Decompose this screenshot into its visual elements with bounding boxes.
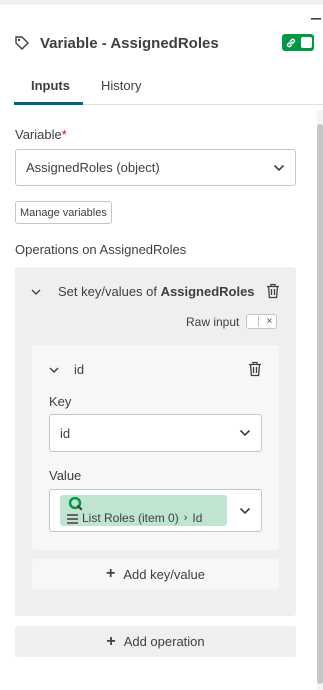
chevron-down-icon (273, 164, 285, 171)
operation-title-prefix: Set key/values of (58, 284, 157, 299)
value-label: Value (49, 468, 82, 483)
variable-select-value: AssignedRoles (object) (26, 160, 160, 175)
raw-input-toggle-row: Raw input × (186, 314, 278, 329)
toggle-knob (301, 37, 312, 48)
switch-thumb (248, 316, 260, 327)
tag-icon (14, 34, 32, 52)
variable-select[interactable]: AssignedRoles (object) (15, 149, 296, 186)
key-value-name: id (74, 362, 85, 377)
operation-title-target: AssignedRoles (160, 284, 255, 299)
manage-variables-button[interactable]: Manage variables (15, 201, 112, 224)
value-field[interactable]: List Roles (item 0) › Id (49, 489, 262, 532)
chevron-down-icon[interactable] (239, 507, 251, 515)
operation-header[interactable]: Set key/values of AssignedRoles (30, 284, 255, 299)
delete-key-value-icon[interactable] (248, 361, 262, 377)
value-token-source: List Roles (item 0) (82, 511, 179, 525)
add-operation-label: Add operation (123, 634, 205, 649)
raw-input-label: Raw input (186, 314, 240, 329)
raw-input-switch[interactable]: × (246, 314, 278, 329)
chevron-down-icon[interactable] (30, 288, 42, 296)
switch-off-icon: × (266, 316, 273, 327)
chevron-down-icon[interactable] (48, 366, 60, 374)
list-icon (67, 514, 78, 524)
value-token-path: List Roles (item 0) › Id (82, 511, 202, 525)
minimize-icon[interactable] (310, 13, 322, 27)
tab-history[interactable]: History (101, 78, 141, 93)
key-value-header[interactable]: id (48, 362, 84, 377)
tab-bar: Inputs History (14, 70, 323, 105)
plus-icon: + (105, 565, 116, 582)
link-icon (284, 36, 298, 49)
active-tab-indicator (14, 102, 83, 105)
key-label: Key (49, 394, 72, 409)
scrollbar[interactable] (317, 110, 323, 690)
qlik-logo-icon (68, 496, 83, 511)
value-token-field: Id (192, 511, 203, 525)
plus-icon: + (106, 632, 116, 650)
variable-label-text: Variable (15, 127, 62, 142)
top-bar (0, 0, 323, 5)
chevron-down-icon (239, 429, 251, 437)
chevron-right-icon: › (183, 512, 188, 524)
variable-label: Variable* (15, 127, 67, 142)
add-key-value-button[interactable]: + Add key/value (32, 559, 279, 589)
panel-title: Variable - AssignedRoles (40, 34, 219, 52)
value-token[interactable]: List Roles (item 0) › Id (60, 495, 227, 526)
tab-inputs[interactable]: Inputs (31, 78, 70, 93)
key-select[interactable]: id (49, 414, 262, 452)
panel-header: Variable - AssignedRoles (14, 30, 314, 56)
linked-toggle[interactable] (282, 34, 314, 51)
operations-label: Operations on AssignedRoles (15, 242, 187, 257)
add-operation-button[interactable]: + Add operation (15, 626, 296, 657)
add-key-value-label: Add key/value (123, 566, 205, 582)
required-mark: * (61, 127, 67, 142)
delete-operation-icon[interactable] (266, 283, 280, 299)
key-select-value: id (60, 425, 71, 441)
scrollbar-thumb[interactable] (317, 124, 323, 684)
